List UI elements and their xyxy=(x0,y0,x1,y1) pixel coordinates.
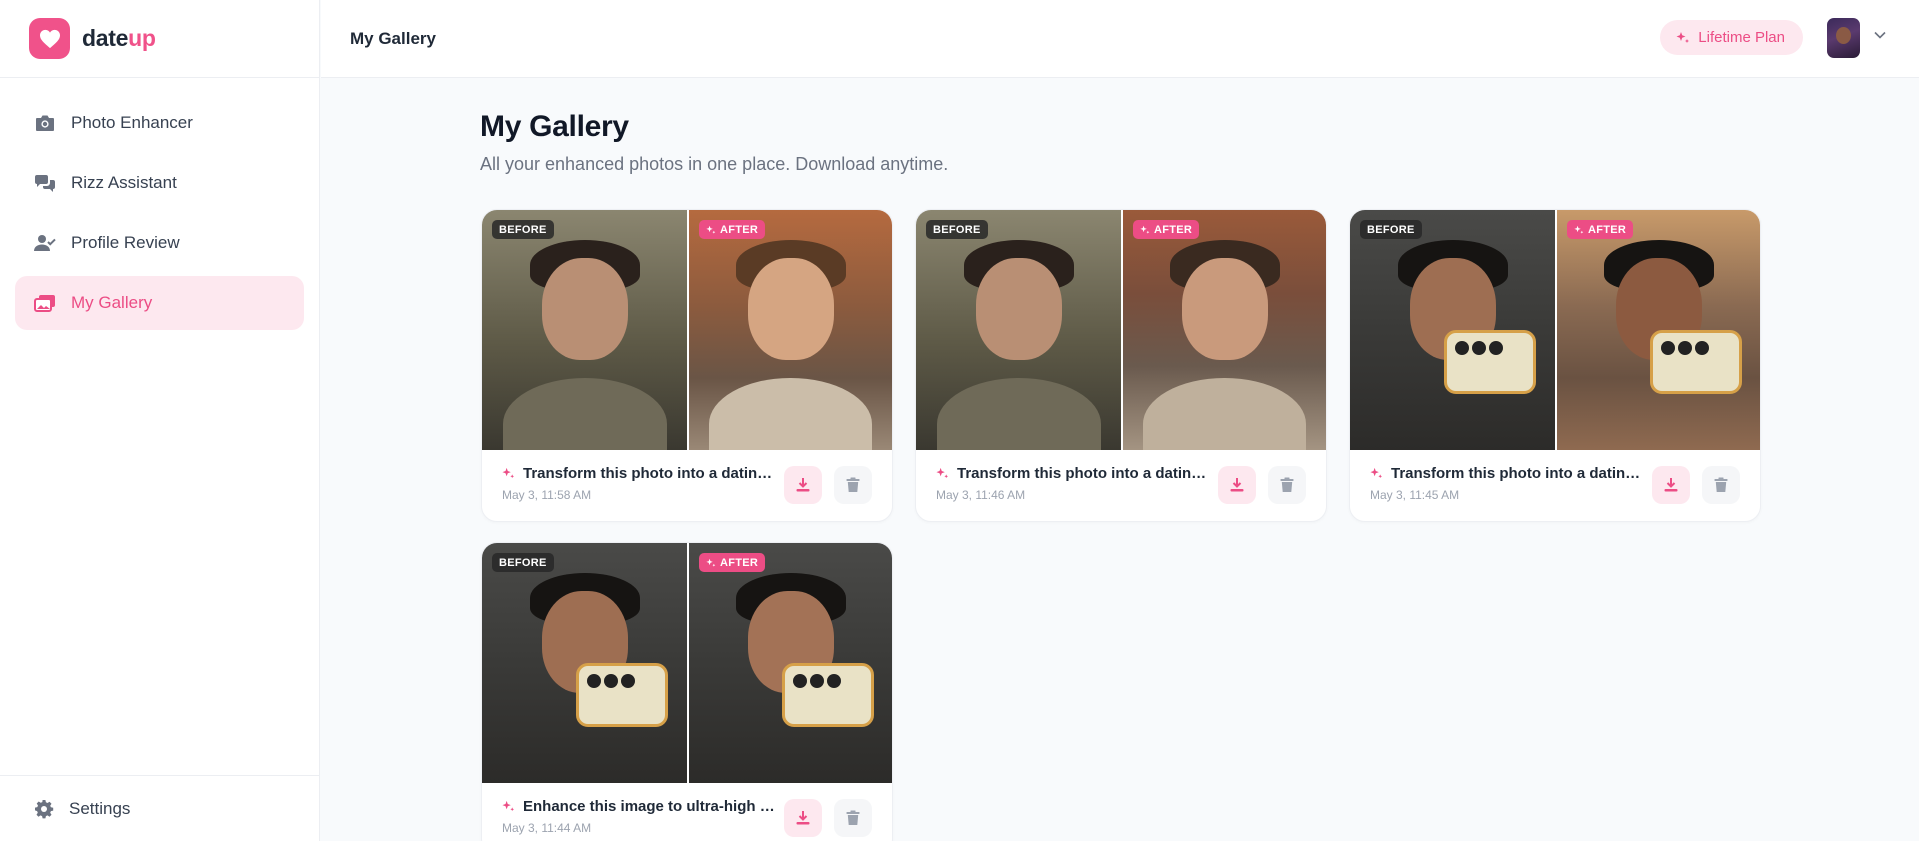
delete-button[interactable] xyxy=(834,466,872,504)
logo[interactable]: dateup xyxy=(0,0,319,78)
sparkle-icon xyxy=(502,800,515,813)
page-title: My Gallery xyxy=(480,110,629,143)
download-icon xyxy=(796,811,810,825)
chevron-down-icon[interactable] xyxy=(1874,31,1886,39)
download-button[interactable] xyxy=(1652,466,1690,504)
avatar[interactable] xyxy=(1827,18,1860,58)
main-content: My Gallery All your enhanced photos in o… xyxy=(480,78,1780,841)
plan-label: Lifetime Plan xyxy=(1698,29,1785,46)
before-tag: BEFORE xyxy=(1360,220,1422,239)
after-tag: AFTER xyxy=(1567,220,1634,239)
sidebar-item-label: Profile Review xyxy=(71,233,180,252)
after-image: AFTER xyxy=(1555,210,1760,450)
sparkle-icon xyxy=(1676,31,1690,45)
download-button[interactable] xyxy=(1218,466,1256,504)
download-icon xyxy=(1664,478,1678,492)
gallery-card: BEFORE AFTER Enhance this image to ultra… xyxy=(481,542,893,841)
page-header-title: My Gallery xyxy=(350,28,436,48)
before-tag: BEFORE xyxy=(492,553,554,572)
before-image: BEFORE xyxy=(1350,210,1555,450)
sidebar-item-label: Photo Enhancer xyxy=(71,113,193,132)
card-title: Enhance this image to ultra-high defi... xyxy=(502,798,780,815)
sidebar-item-rizz-assistant[interactable]: Rizz Assistant xyxy=(15,156,304,210)
sidebar-item-label: My Gallery xyxy=(71,293,153,312)
chat-bubbles-icon xyxy=(34,172,56,194)
download-button[interactable] xyxy=(784,799,822,837)
sparkle-icon xyxy=(502,467,515,480)
page-subtitle: All your enhanced photos in one place. D… xyxy=(480,154,949,174)
sidebar-item-label: Rizz Assistant xyxy=(71,173,177,192)
camera-icon xyxy=(34,112,56,134)
gear-icon xyxy=(34,799,54,819)
gallery-card: BEFORE AFTER Transform this photo into a… xyxy=(1349,209,1761,522)
download-icon xyxy=(1230,478,1244,492)
card-title: Transform this photo into a dating pr... xyxy=(1370,465,1648,482)
sparkle-icon xyxy=(1140,225,1150,235)
card-meta: Transform this photo into a dating pr...… xyxy=(482,450,892,521)
settings-label: Settings xyxy=(69,798,131,818)
card-meta: Enhance this image to ultra-high defi...… xyxy=(482,783,892,841)
delete-button[interactable] xyxy=(834,799,872,837)
before-after-images[interactable]: BEFORE AFTER xyxy=(1350,210,1760,450)
gallery-card: BEFORE AFTER Transform this photo into a… xyxy=(481,209,893,522)
after-image: AFTER xyxy=(687,210,892,450)
before-tag: BEFORE xyxy=(492,220,554,239)
after-image: AFTER xyxy=(1121,210,1326,450)
card-meta: Transform this photo into a dating pr...… xyxy=(916,450,1326,521)
before-after-images[interactable]: BEFORE AFTER xyxy=(482,210,892,450)
card-meta: Transform this photo into a dating pr...… xyxy=(1350,450,1760,521)
card-title: Transform this photo into a dating pr... xyxy=(936,465,1214,482)
download-icon xyxy=(796,478,810,492)
heart-logo-icon xyxy=(29,18,70,59)
trash-icon xyxy=(846,477,860,492)
card-title: Transform this photo into a dating pr... xyxy=(502,465,780,482)
logo-text: dateup xyxy=(82,25,156,51)
sparkle-icon xyxy=(706,225,716,235)
sparkle-icon xyxy=(1370,467,1383,480)
before-after-images[interactable]: BEFORE AFTER xyxy=(482,543,892,783)
sidebar-item-settings[interactable]: Settings xyxy=(0,775,320,841)
delete-button[interactable] xyxy=(1268,466,1306,504)
lifetime-plan-badge[interactable]: Lifetime Plan xyxy=(1660,20,1803,55)
before-image: BEFORE xyxy=(916,210,1121,450)
top-bar: My Gallery Lifetime Plan xyxy=(321,0,1919,78)
after-tag: AFTER xyxy=(699,220,766,239)
gallery-card: BEFORE AFTER Transform this photo into a… xyxy=(915,209,1327,522)
sidebar-item-profile-review[interactable]: Profile Review xyxy=(15,216,304,270)
sparkle-icon xyxy=(706,558,716,568)
download-button[interactable] xyxy=(784,466,822,504)
sidebar-item-photo-enhancer[interactable]: Photo Enhancer xyxy=(15,96,304,150)
before-tag: BEFORE xyxy=(926,220,988,239)
sidebar-nav: Photo Enhancer Rizz Assistant Profile Re… xyxy=(0,78,319,330)
trash-icon xyxy=(1714,477,1728,492)
sparkle-icon xyxy=(1574,225,1584,235)
trash-icon xyxy=(846,810,860,825)
before-after-images[interactable]: BEFORE AFTER xyxy=(916,210,1326,450)
user-check-icon xyxy=(34,232,56,254)
trash-icon xyxy=(1280,477,1294,492)
after-tag: AFTER xyxy=(699,553,766,572)
sidebar-item-my-gallery[interactable]: My Gallery xyxy=(15,276,304,330)
before-image: BEFORE xyxy=(482,543,687,783)
before-image: BEFORE xyxy=(482,210,687,450)
delete-button[interactable] xyxy=(1702,466,1740,504)
gallery-icon xyxy=(34,292,56,314)
after-tag: AFTER xyxy=(1133,220,1200,239)
sidebar: dateup Photo Enhancer Rizz Assistant Pro… xyxy=(0,0,320,841)
sparkle-icon xyxy=(936,467,949,480)
after-image: AFTER xyxy=(687,543,892,783)
